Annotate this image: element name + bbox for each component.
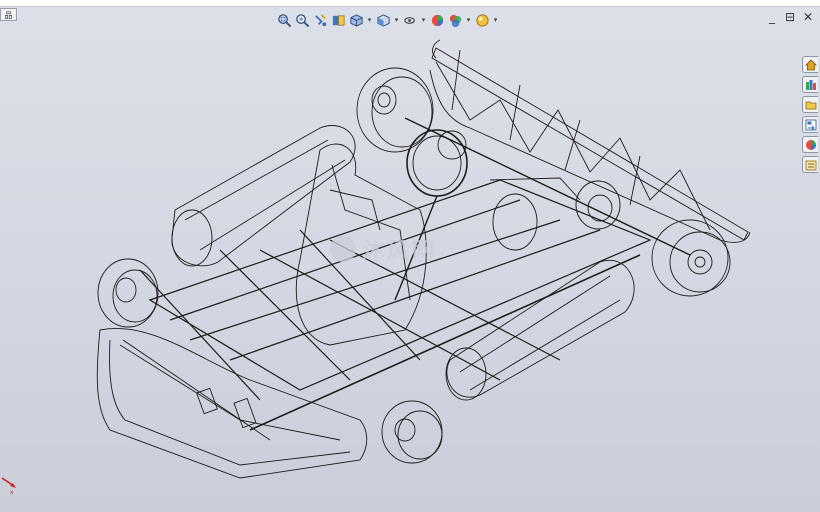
steering-assembly	[394, 129, 468, 301]
left-side-pod	[171, 125, 356, 267]
watermark: 沐风网	[330, 233, 437, 265]
front-right-wheel	[381, 400, 443, 464]
reference-triad-icon: x	[1, 477, 16, 496]
watermark-logo-icon	[330, 236, 356, 262]
watermark-text: 沐风网	[362, 239, 438, 264]
chassis-frame[interactable]	[139, 179, 652, 431]
svg-text:x: x	[10, 489, 14, 496]
front-left-wheel	[97, 258, 159, 328]
rear-right-wheel	[651, 219, 731, 297]
engine	[489, 177, 621, 251]
front-nose-bumper	[96, 328, 368, 479]
rear-bumper-truss	[429, 39, 751, 243]
rear-left-wheel	[356, 67, 434, 153]
